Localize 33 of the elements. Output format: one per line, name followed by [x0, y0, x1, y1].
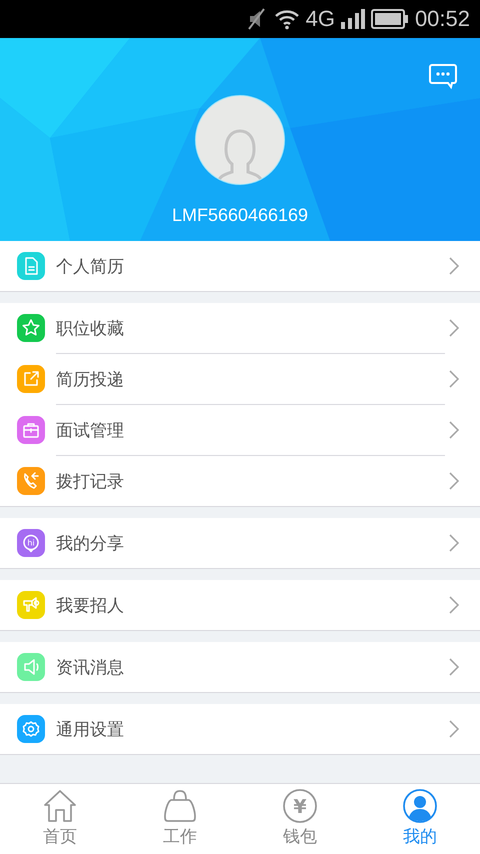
share-icon: hi	[17, 529, 45, 557]
nav-tab[interactable]: 首页	[0, 784, 120, 854]
chevron-icon	[448, 471, 460, 491]
home-icon	[42, 788, 78, 824]
menu-item[interactable]: 面试管理	[0, 405, 480, 455]
menu-item[interactable]: 资讯消息	[0, 642, 480, 692]
nav-tab[interactable]: 工作	[120, 784, 240, 854]
chevron-icon	[448, 657, 460, 677]
username: LMF5660466169	[172, 205, 308, 226]
menu-item[interactable]: 我要招人	[0, 580, 480, 630]
menu-item[interactable]: 通用设置	[0, 704, 480, 754]
menu-item[interactable]: 简历投递	[0, 354, 480, 404]
wallet-icon: ¥	[282, 788, 318, 824]
signal-icon	[340, 8, 365, 30]
chevron-icon	[448, 533, 460, 553]
chevron-icon	[448, 318, 460, 338]
person-icon	[402, 788, 438, 824]
nav-tab[interactable]: ¥ 钱包	[240, 784, 360, 854]
chevron-icon	[448, 369, 460, 389]
menu-item[interactable]: 个人简历	[0, 241, 480, 291]
message-icon[interactable]	[428, 62, 458, 90]
chevron-icon	[448, 595, 460, 615]
clock: 00:52	[414, 6, 470, 32]
bag-icon	[162, 788, 198, 824]
menu-item[interactable]: 职位收藏	[0, 303, 480, 353]
wifi-icon	[274, 8, 300, 30]
menu-item[interactable]: 拨打记录	[0, 456, 480, 506]
network-label: 4G	[306, 6, 335, 32]
chevron-icon	[448, 420, 460, 440]
chevron-icon	[448, 256, 460, 276]
menu-item[interactable]: hi 我的分享	[0, 518, 480, 568]
chevron-icon	[448, 719, 460, 739]
battery-icon	[370, 8, 409, 30]
